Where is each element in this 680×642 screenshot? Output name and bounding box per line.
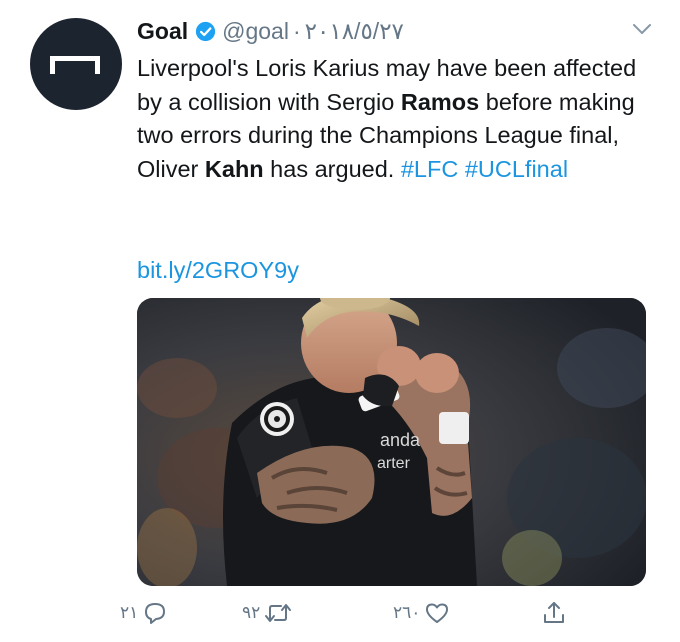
like-button[interactable]: ٢٦٠ bbox=[393, 596, 450, 630]
tweet-text-bold-kahn: Kahn bbox=[204, 155, 264, 182]
heart-icon bbox=[426, 603, 449, 623]
goal-logo-icon bbox=[50, 56, 100, 74]
hashtag-lfc[interactable]: #LFC bbox=[401, 156, 458, 182]
jersey-sponsor-text-1: anda bbox=[380, 430, 421, 450]
retweet-icon bbox=[265, 604, 292, 622]
tweet-text-part: has argued. bbox=[263, 155, 401, 182]
header-separator: · bbox=[292, 17, 301, 44]
tweet-actions: ٢١ ٩٢ ٢٦٠ bbox=[0, 596, 680, 630]
author-handle[interactable]: @goal bbox=[222, 18, 289, 45]
share-button[interactable] bbox=[541, 596, 567, 630]
retweet-button[interactable]: ٩٢ bbox=[242, 596, 292, 630]
tweet-text-bold-ramos: Ramos bbox=[400, 88, 480, 115]
tweet-link[interactable]: bit.ly/2GROY9y bbox=[137, 257, 299, 284]
reply-button[interactable]: ٢١ bbox=[120, 596, 168, 630]
tweet-header: Goal @goal · ٢٠١٨/٥/٢٧ bbox=[137, 14, 660, 48]
share-icon bbox=[544, 602, 564, 623]
jersey-sponsor-text-2: arter bbox=[377, 455, 411, 472]
author-name[interactable]: Goal bbox=[137, 18, 188, 45]
player-photo: anda arter bbox=[137, 298, 646, 586]
hashtag-uclfinal[interactable]: #UCLfinal bbox=[465, 156, 568, 182]
chevron-down-icon[interactable] bbox=[632, 22, 652, 36]
tweet-text: Liverpool's Loris Karius may have been a… bbox=[137, 52, 652, 186]
tweet-media-photo[interactable]: anda arter bbox=[137, 298, 646, 586]
tweet-date[interactable]: ٢٠١٨/٥/٢٧ bbox=[305, 18, 404, 45]
reply-icon bbox=[145, 603, 166, 624]
verified-badge-icon bbox=[196, 21, 216, 41]
reply-count: ٢١ bbox=[120, 603, 139, 622]
like-count: ٢٦٠ bbox=[393, 603, 421, 622]
avatar[interactable] bbox=[30, 18, 122, 110]
retweet-count: ٩٢ bbox=[242, 603, 261, 622]
